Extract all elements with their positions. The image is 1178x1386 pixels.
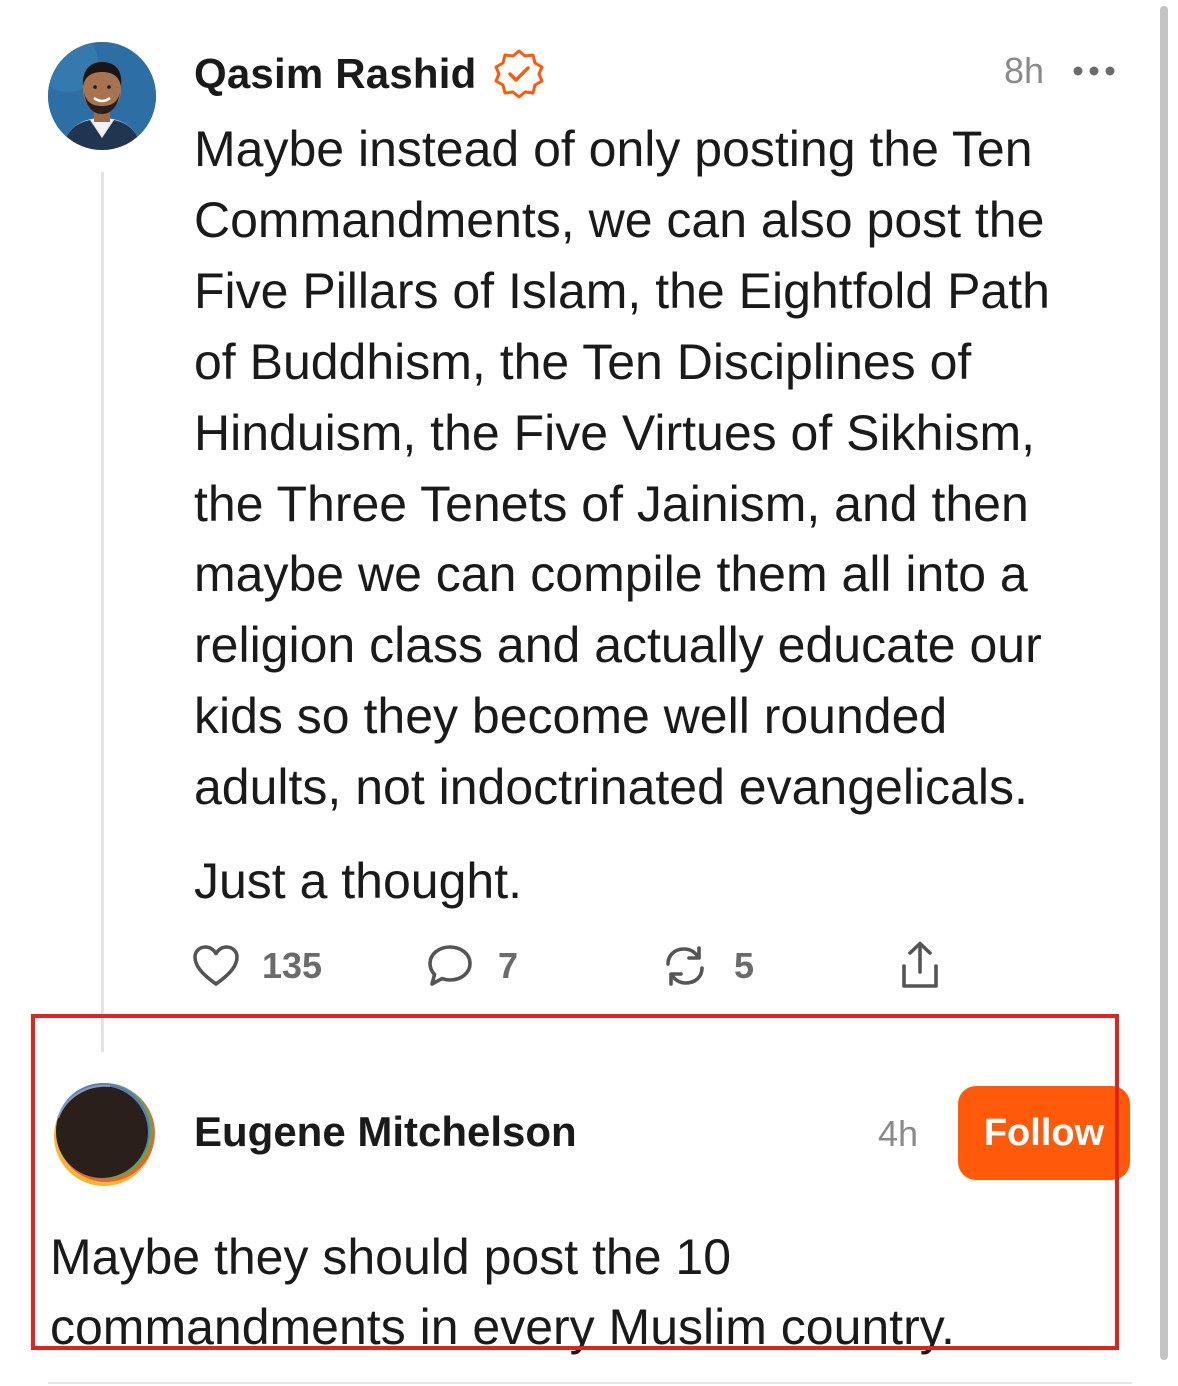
comment-icon (428, 945, 472, 986)
more-options-icon[interactable] (1072, 56, 1116, 86)
post-text: Maybe instead of only posting the Ten Co… (194, 121, 1050, 816)
reply-timestamp: 4h (878, 1113, 919, 1154)
thread-line (101, 172, 104, 1052)
author-avatar[interactable] (48, 42, 156, 150)
reply-author-avatar[interactable] (48, 1078, 156, 1186)
post-text-closing: Just a thought. (194, 853, 523, 909)
share-icon (902, 941, 938, 988)
divider (48, 1382, 1132, 1384)
scrollbar[interactable] (1160, 6, 1168, 1360)
reply-author-name[interactable]: Eugene Mitchelson (194, 1104, 577, 1160)
like-count: 135 (262, 945, 323, 986)
verified-badge-icon (494, 49, 543, 99)
heart-icon (193, 945, 239, 986)
author-name[interactable]: Qasim Rashid (194, 50, 477, 98)
restack-icon (666, 946, 704, 986)
follow-button[interactable]: Follow (958, 1086, 1130, 1180)
restack-count: 5 (734, 945, 755, 986)
author-avatar-image (48, 42, 156, 150)
reply-text: Maybe they should post the 10 commandmen… (50, 1229, 955, 1355)
restack-button[interactable]: 5 (660, 938, 754, 994)
post-timestamp: 8h (1003, 50, 1044, 91)
comment-count: 7 (498, 945, 519, 986)
share-button[interactable] (896, 938, 944, 994)
like-button[interactable]: 135 (192, 938, 322, 994)
comment-button[interactable]: 7 (426, 938, 518, 994)
post-author[interactable]: Qasim Rashid (194, 46, 545, 102)
